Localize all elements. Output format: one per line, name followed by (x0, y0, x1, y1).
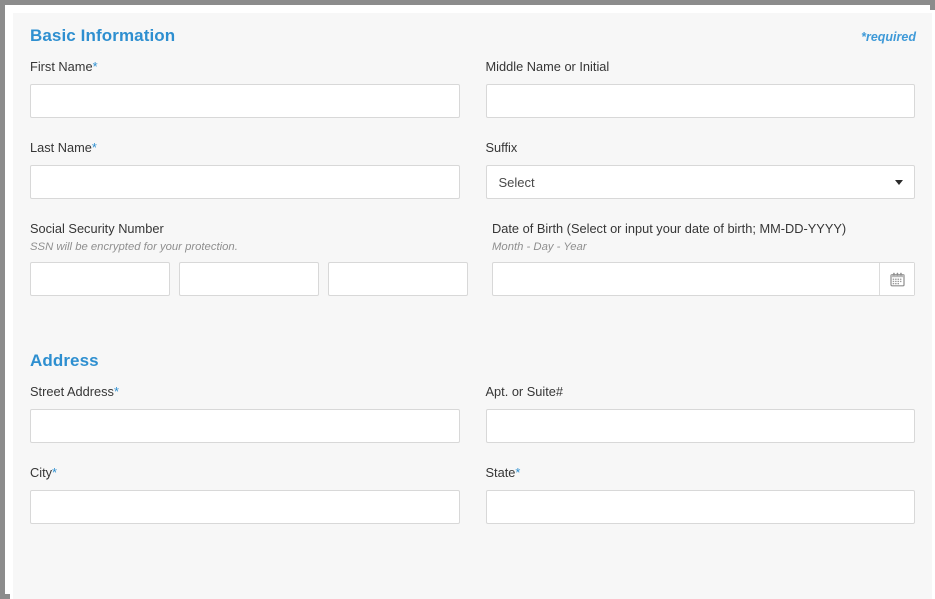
window-inner: Basic Information *required First Name* … (10, 10, 935, 599)
first-name-label: First Name* (30, 59, 460, 75)
city-required-marker: * (52, 465, 58, 480)
registration-form: Basic Information *required First Name* … (13, 13, 932, 599)
ssn-label-text: Social Security Number (30, 221, 164, 236)
first-name-input[interactable] (30, 84, 460, 118)
date-of-birth-label: Date of Birth (Select or input your date… (492, 221, 915, 237)
section-address: Address Street Address* Apt. or Suite# C… (13, 338, 932, 524)
field-apt-suite: Apt. or Suite# (485, 384, 916, 443)
row-street: Street Address* Apt. or Suite# (13, 384, 932, 443)
last-name-input[interactable] (30, 165, 460, 199)
ssn-input-group (30, 262, 468, 296)
field-date-of-birth: Date of Birth (Select or input your date… (492, 221, 915, 296)
first-name-required-marker: * (92, 59, 98, 74)
required-legend: *required (861, 30, 916, 44)
chevron-down-icon (895, 180, 903, 185)
middle-name-input[interactable] (485, 84, 915, 118)
city-input[interactable] (30, 490, 460, 524)
field-suffix: Suffix Select (485, 140, 916, 199)
field-social-security-number: Social Security Number SSN will be encry… (30, 221, 468, 296)
first-name-label-text: First Name (30, 59, 93, 74)
middle-name-label: Middle Name or Initial (486, 59, 916, 75)
section-title-address: Address (30, 351, 99, 370)
ssn-label: Social Security Number (30, 221, 466, 237)
apt-suite-label: Apt. or Suite# (486, 384, 916, 400)
row-name-last: Last Name* Suffix Select (13, 140, 932, 199)
browser-window-frame: Basic Information *required First Name* … (0, 0, 935, 599)
ssn-part2-input[interactable] (179, 262, 319, 296)
last-name-label: Last Name* (30, 140, 460, 156)
field-last-name: Last Name* (30, 140, 460, 199)
city-label-text: City (30, 465, 53, 480)
field-first-name: First Name* (30, 59, 460, 118)
address-header: Address (13, 338, 932, 384)
calendar-picker-button[interactable] (879, 263, 914, 295)
city-label: City* (30, 465, 460, 481)
date-of-birth-hint: Month - Day - Year (492, 241, 587, 253)
field-state: State* (485, 465, 916, 524)
ssn-part1-input[interactable] (30, 262, 170, 296)
apt-suite-label-text: Apt. or Suite# (485, 384, 564, 399)
suffix-label-text: Suffix (485, 140, 518, 155)
last-name-label-text: Last Name (30, 140, 92, 155)
state-label: State* (486, 465, 916, 481)
state-required-marker: * (515, 465, 521, 480)
field-street-address: Street Address* (30, 384, 460, 443)
state-input[interactable] (485, 490, 915, 524)
suffix-selected-value: Select (498, 175, 535, 190)
ssn-part3-input[interactable] (328, 262, 468, 296)
field-city: City* (30, 465, 460, 524)
street-address-required-marker: * (113, 384, 119, 399)
row-name-first: First Name* Middle Name or Initial (13, 59, 932, 118)
middle-name-label-text: Middle Name or Initial (485, 59, 610, 74)
row-ssn-dob: Social Security Number SSN will be encry… (13, 221, 932, 296)
suffix-select[interactable]: Select (485, 165, 915, 199)
last-name-required-marker: * (91, 140, 97, 155)
state-label-text: State (485, 465, 516, 480)
street-address-label-text: Street Address (30, 384, 114, 399)
street-address-label: Street Address* (30, 384, 460, 400)
date-of-birth-label-text: Date of Birth (Select or input your date… (492, 221, 847, 236)
ssn-hint: SSN will be encrypted for your protectio… (30, 241, 238, 253)
section-basic-information: Basic Information *required First Name* … (13, 13, 932, 296)
suffix-label: Suffix (486, 140, 916, 156)
basic-information-header: Basic Information *required (13, 13, 932, 59)
date-of-birth-field[interactable] (492, 262, 915, 296)
field-middle-name: Middle Name or Initial (485, 59, 916, 118)
apt-suite-input[interactable] (485, 409, 915, 443)
calendar-icon (889, 272, 905, 286)
row-city-state: City* State* (13, 465, 932, 524)
section-title-basic-information: Basic Information (30, 26, 176, 45)
street-address-input[interactable] (30, 409, 460, 443)
